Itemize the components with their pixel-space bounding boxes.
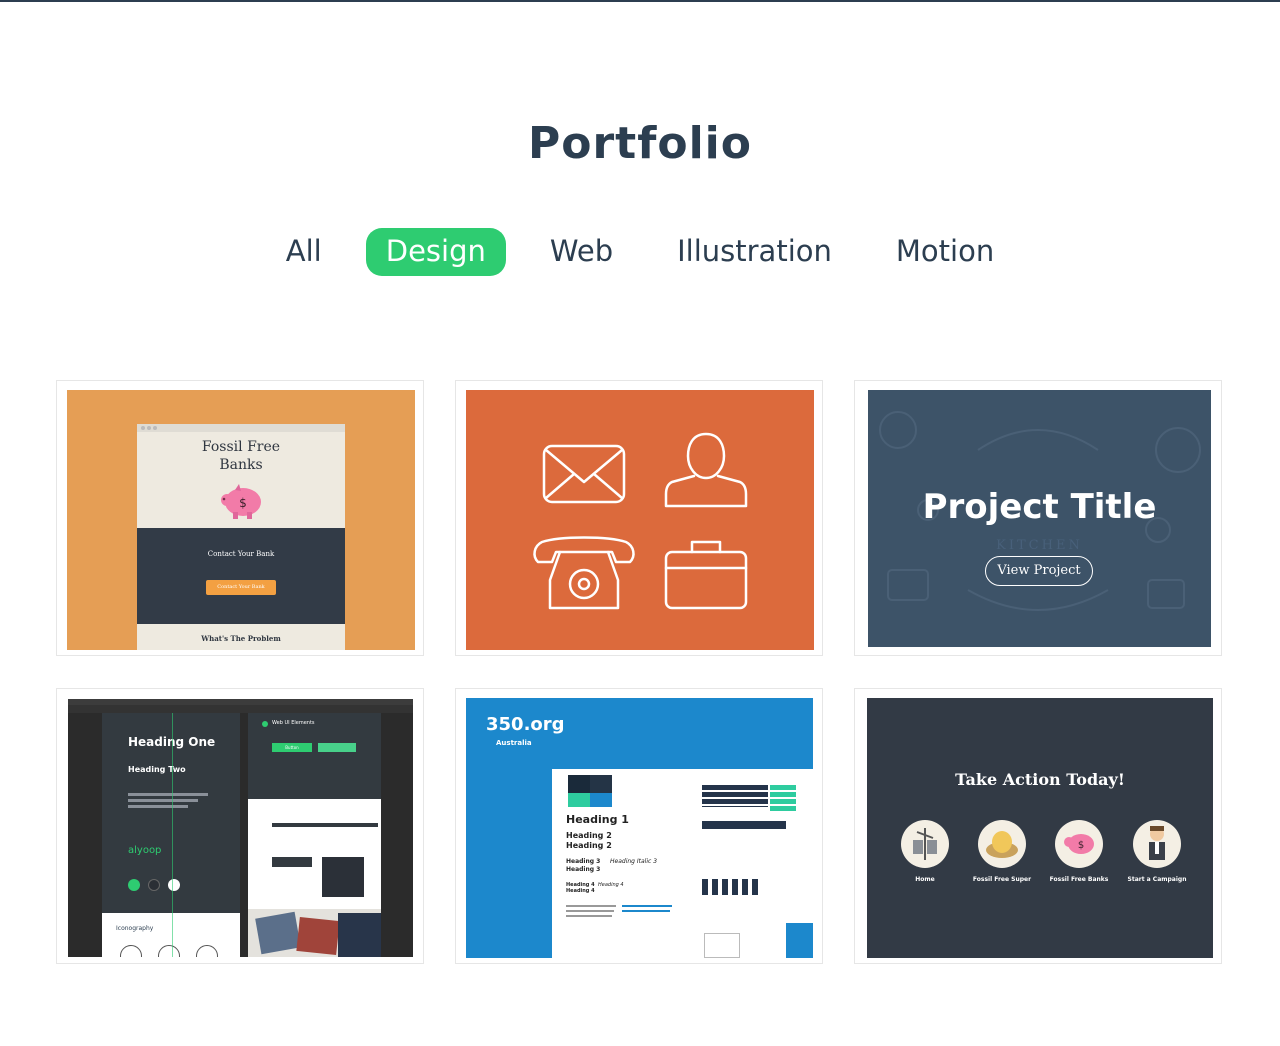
portfolio-thumbnail: Take Action Today! $ Home Fossil Free Su… [867,698,1213,958]
logo-sample: alyoop [128,845,162,856]
contact-section: Contact Your Bank Contact Your Bank [137,528,345,624]
action-label-home: Home [915,876,935,883]
portfolio-item-take-action[interactable]: Take Action Today! $ Home Fossil Free Su… [854,688,1222,964]
user-icon [664,432,748,508]
browser-mockup: Fossil Free Banks $ Contact Your Bank Co… [137,424,345,650]
typography-panel: Heading One Heading Two alyoop Iconograp… [102,713,240,957]
web-ui-panel: Web UI Elements Button [248,713,381,957]
org-logo: 350.org [486,714,565,735]
project-title: Project Title [922,487,1157,527]
heading-2-sample: Heading 2 [566,831,612,840]
svg-text:$: $ [1078,840,1084,851]
campaigner-icon [1133,820,1181,868]
heading-3-sample: Heading 3 [566,858,601,865]
style-guide-sheet: Heading 1 Heading 2 Heading 2 Heading 3 … [552,769,813,958]
sample-button: Button [272,743,312,752]
action-label-super: Fossil Free Super [972,876,1032,883]
heading-3-sample-alt: Heading 3 [566,866,601,873]
svg-text:$: $ [239,496,247,510]
piggy-bank-icon: $ [1055,820,1103,868]
contact-section-title: Contact Your Bank [207,550,275,558]
filter-design[interactable]: Design [365,228,506,276]
portfolio-item-project[interactable]: KITCHEN Project Title View Project [854,380,1222,656]
portfolio-item-style-guide[interactable]: Heading One Heading Two alyoop Iconograp… [56,688,424,964]
take-action-title: Take Action Today! [955,770,1125,789]
phone-icon [533,536,635,610]
filter-all[interactable]: All [266,228,342,276]
action-label-campaign: Start a Campaign [1127,876,1187,883]
portfolio-thumbnail: Heading One Heading Two alyoop Iconograp… [68,699,413,957]
fossil-heading: Fossil Free Banks [201,439,281,473]
portfolio-thumbnail: KITCHEN Project Title View Project [868,390,1211,647]
filter-motion[interactable]: Motion [876,228,1014,276]
page-title: Portfolio [528,118,752,169]
problem-heading: What's The Problem [201,634,281,643]
portfolio-thumbnail [466,390,814,650]
portfolio-item-350-org[interactable]: 350.org Australia Heading 1 Heading 2 He… [455,688,823,964]
filter-illustration[interactable]: Illustration [657,228,852,276]
org-country: Australia [496,739,532,747]
background-watermark: KITCHEN [996,538,1083,553]
heading-4-sample-alt: Heading 4 [566,888,595,894]
web-ui-label: Web UI Elements [272,720,315,726]
portfolio-item-icon-set[interactable] [455,380,823,656]
filter-web[interactable]: Web [530,228,633,276]
home-icon [901,820,949,868]
heading-two-sample: Heading Two [128,765,186,774]
heading-4-italic-sample: Heading 4 [598,882,624,888]
portfolio-filter-tabs: All Design Web Illustration Motion [0,228,1280,276]
nest-egg-icon [978,820,1026,868]
heading-italic-3-sample: Heading Italic 3 [610,858,658,865]
heading-2-sample-alt: Heading 2 [566,841,612,850]
view-project-button[interactable]: View Project [985,556,1093,586]
contact-bank-button: Contact Your Bank [206,580,276,595]
envelope-icon [542,444,626,504]
portfolio-thumbnail: Fossil Free Banks $ Contact Your Bank Co… [67,390,415,650]
iconography-label: Iconography [116,925,154,932]
piggy-bank-icon: $ [221,484,261,519]
portfolio-thumbnail: 350.org Australia Heading 1 Heading 2 He… [466,698,813,958]
briefcase-icon [664,540,748,610]
action-label-banks: Fossil Free Banks [1049,876,1109,883]
portfolio-item-fossil-free-banks[interactable]: Fossil Free Banks $ Contact Your Bank Co… [56,380,424,656]
heading-1-sample: Heading 1 [566,813,629,826]
top-border [0,0,1280,2]
